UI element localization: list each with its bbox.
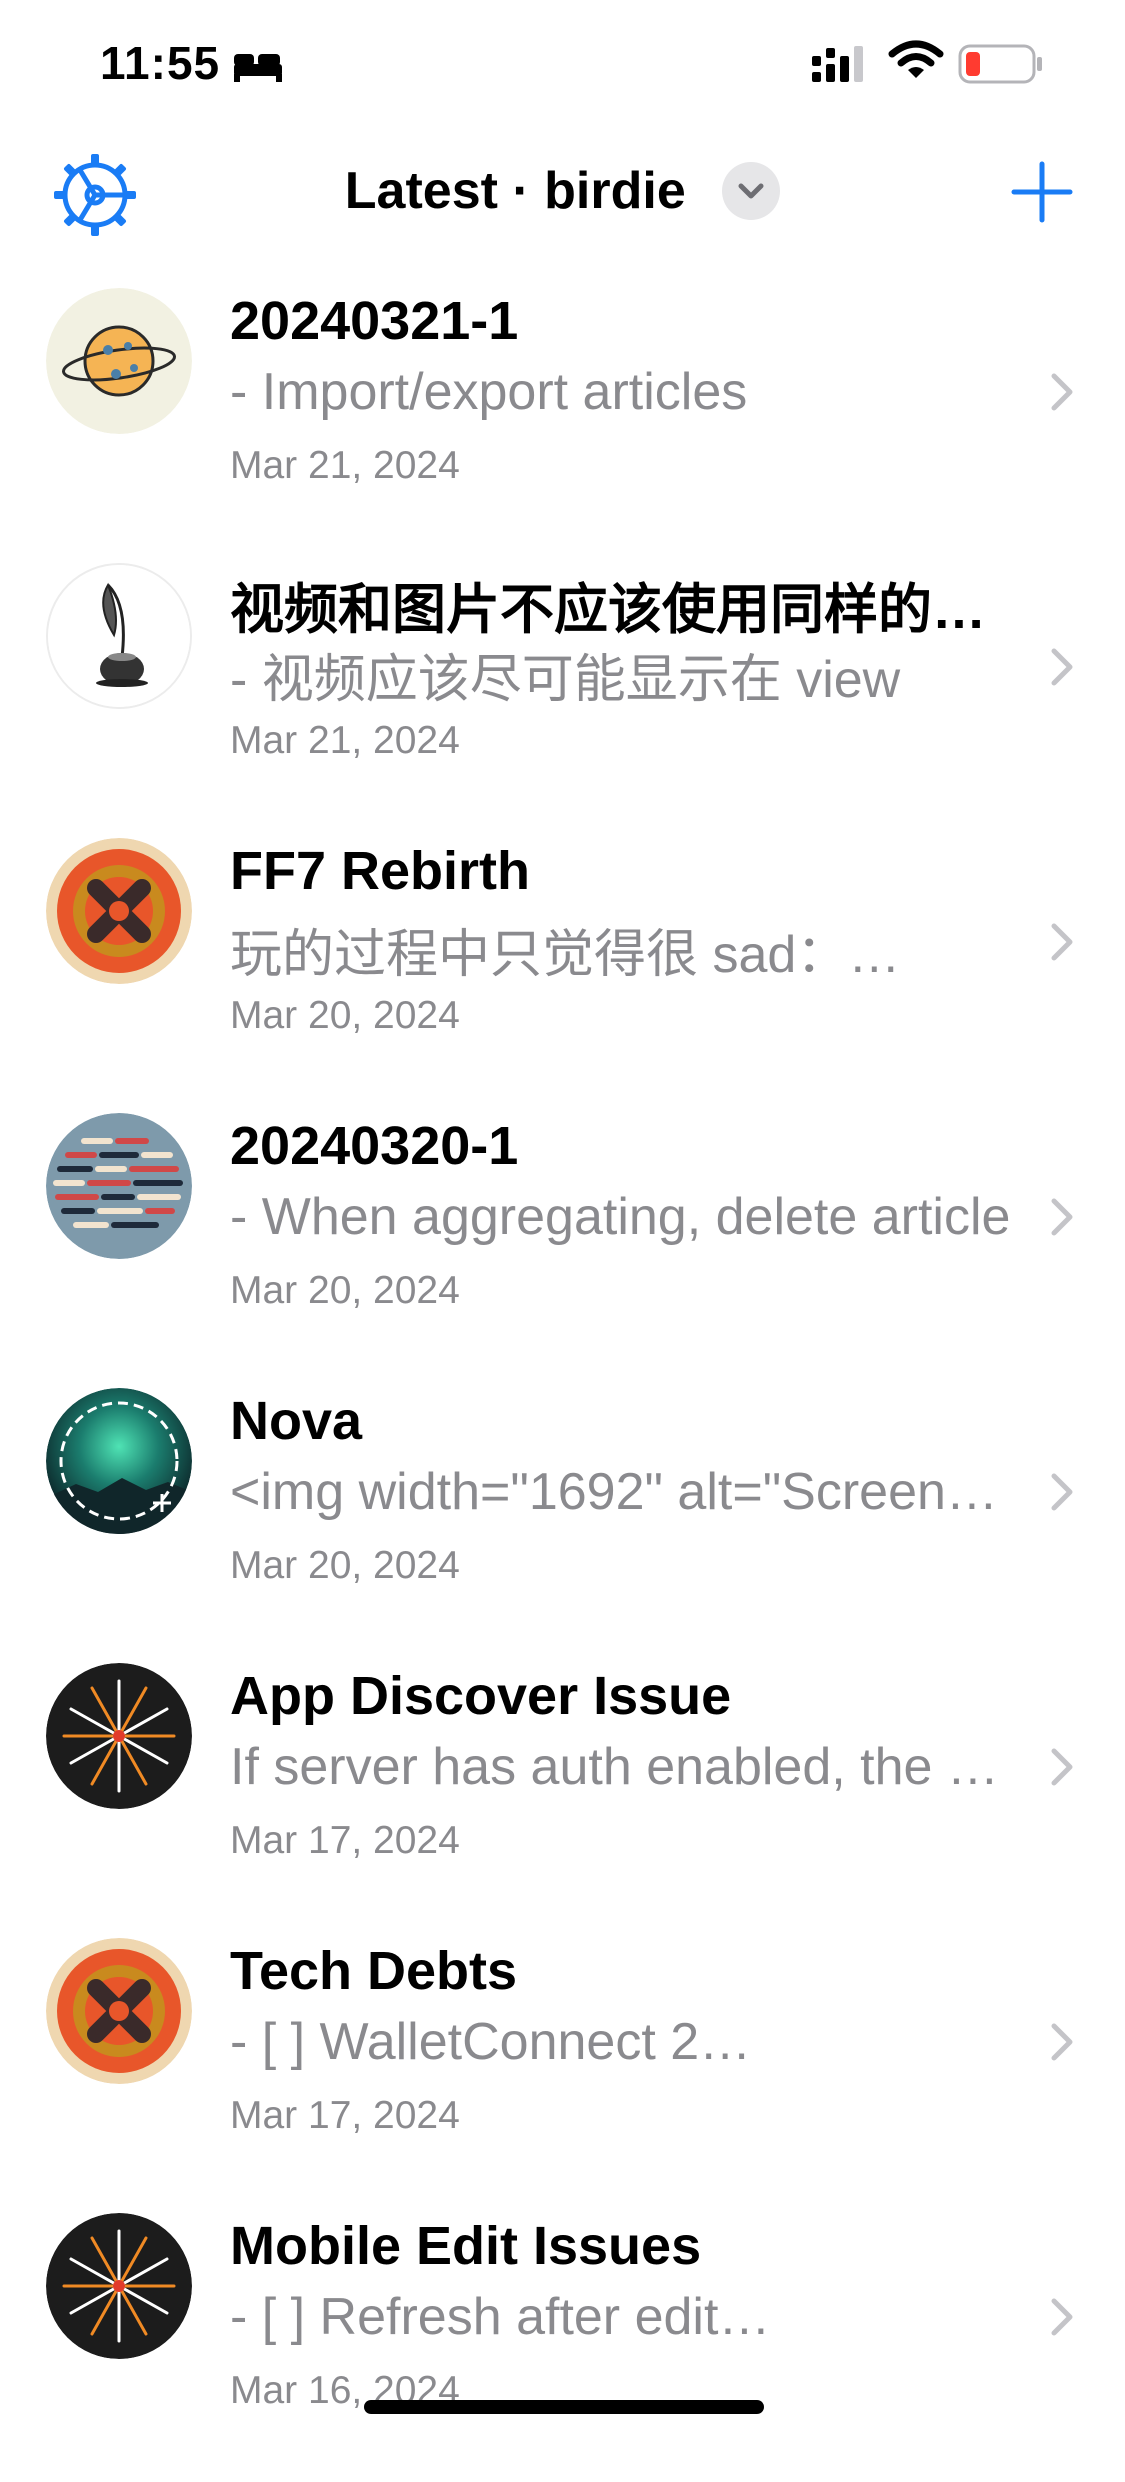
chevron-right-icon: [1051, 1198, 1073, 1236]
chevron-down-icon: [738, 183, 764, 199]
item-preview: - 视频应该尽可能显示在 view: [230, 651, 901, 709]
planet-avatar: [46, 288, 192, 434]
item-date: Mar 21, 2024: [230, 444, 460, 487]
item-title: 视频和图片不应该使用同样的元素: [230, 580, 1000, 640]
wifi-icon: [888, 40, 944, 78]
item-date: Mar 20, 2024: [230, 1269, 460, 1312]
chevron-right-icon: [1051, 2023, 1073, 2061]
status-bar: 11:55: [0, 0, 1125, 140]
item-date: Mar 17, 2024: [230, 1819, 460, 1862]
item-preview: - [ ] WalletConnect 2…: [230, 2013, 752, 2071]
item-preview: - When aggregating, delete article: [230, 1188, 1011, 1246]
item-date: Mar 17, 2024: [230, 2094, 460, 2137]
list-item[interactable]: App Discover Issue If server has auth en…: [0, 1657, 1125, 1932]
nav-title[interactable]: Latest · birdie: [0, 158, 1125, 221]
list-item[interactable]: 视频和图片不应该使用同样的元素 - 视频应该尽可能显示在 view Mar 21…: [0, 557, 1125, 832]
bed-icon: [234, 54, 282, 82]
item-date: Mar 20, 2024: [230, 994, 460, 1037]
item-title: Tech Debts: [230, 1941, 518, 2001]
list-item[interactable]: 20240321-1 - Import/export articles Mar …: [0, 282, 1125, 557]
title-dropdown-button[interactable]: [722, 162, 781, 221]
navigation-bar: Latest · birdie: [0, 140, 1125, 280]
plus-icon[interactable]: [1010, 160, 1074, 224]
aurora-avatar: [46, 1388, 192, 1534]
chevron-right-icon: [1051, 1748, 1073, 1786]
list-item[interactable]: FF7 Rebirth 玩的过程中只觉得很 sad：… Mar 20, 2024: [0, 832, 1125, 1107]
chevron-right-icon: [1051, 648, 1073, 686]
item-date: Mar 20, 2024: [230, 1544, 460, 1587]
list-item[interactable]: Nova <img width="1692" alt="Screenshot M…: [0, 1382, 1125, 1657]
status-time: 11:55: [100, 37, 221, 89]
list-item[interactable]: Tech Debts - [ ] WalletConnect 2… Mar 17…: [0, 1932, 1125, 2207]
item-preview: 玩的过程中只觉得很 sad：…: [230, 926, 901, 984]
item-title: FF7 Rebirth: [230, 841, 531, 901]
item-title: App Discover Issue: [230, 1666, 732, 1726]
list-item[interactable]: Mobile Edit Issues - [ ] Refresh after e…: [0, 2207, 1125, 2482]
item-title: Nova: [230, 1391, 363, 1451]
stripes-avatar: [46, 1113, 192, 1259]
chevron-right-icon: [1051, 373, 1073, 411]
burst-avatar: [46, 2213, 192, 2359]
cellular-signal-icon: [812, 46, 863, 82]
item-title: 20240320-1: [230, 1116, 519, 1176]
battery-low-icon: [958, 44, 1042, 84]
page-title: Latest · birdie: [344, 162, 686, 221]
article-list: 20240321-1 - Import/export articles Mar …: [0, 282, 1125, 2482]
home-indicator[interactable]: [364, 2400, 764, 2414]
orange-ring-avatar: [46, 1938, 192, 2084]
item-title: 20240321-1: [230, 291, 519, 351]
chevron-right-icon: [1051, 923, 1073, 961]
item-date: Mar 21, 2024: [230, 719, 460, 762]
quill-avatar: [46, 563, 192, 709]
item-preview: <img width="1692" alt="Screenshot: [230, 1463, 1020, 1521]
item-title: Mobile Edit Issues: [230, 2216, 702, 2276]
item-preview: If server has auth enabled, the app: [230, 1738, 1020, 1796]
orange-ring-avatar: [46, 838, 192, 984]
item-preview: - [ ] Refresh after edit…: [230, 2288, 771, 2346]
item-preview: - Import/export articles: [230, 363, 748, 421]
chevron-right-icon: [1051, 2298, 1073, 2336]
list-item[interactable]: 20240320-1 - When aggregating, delete ar…: [0, 1107, 1125, 1382]
burst-avatar: [46, 1663, 192, 1809]
chevron-right-icon: [1051, 1473, 1073, 1511]
